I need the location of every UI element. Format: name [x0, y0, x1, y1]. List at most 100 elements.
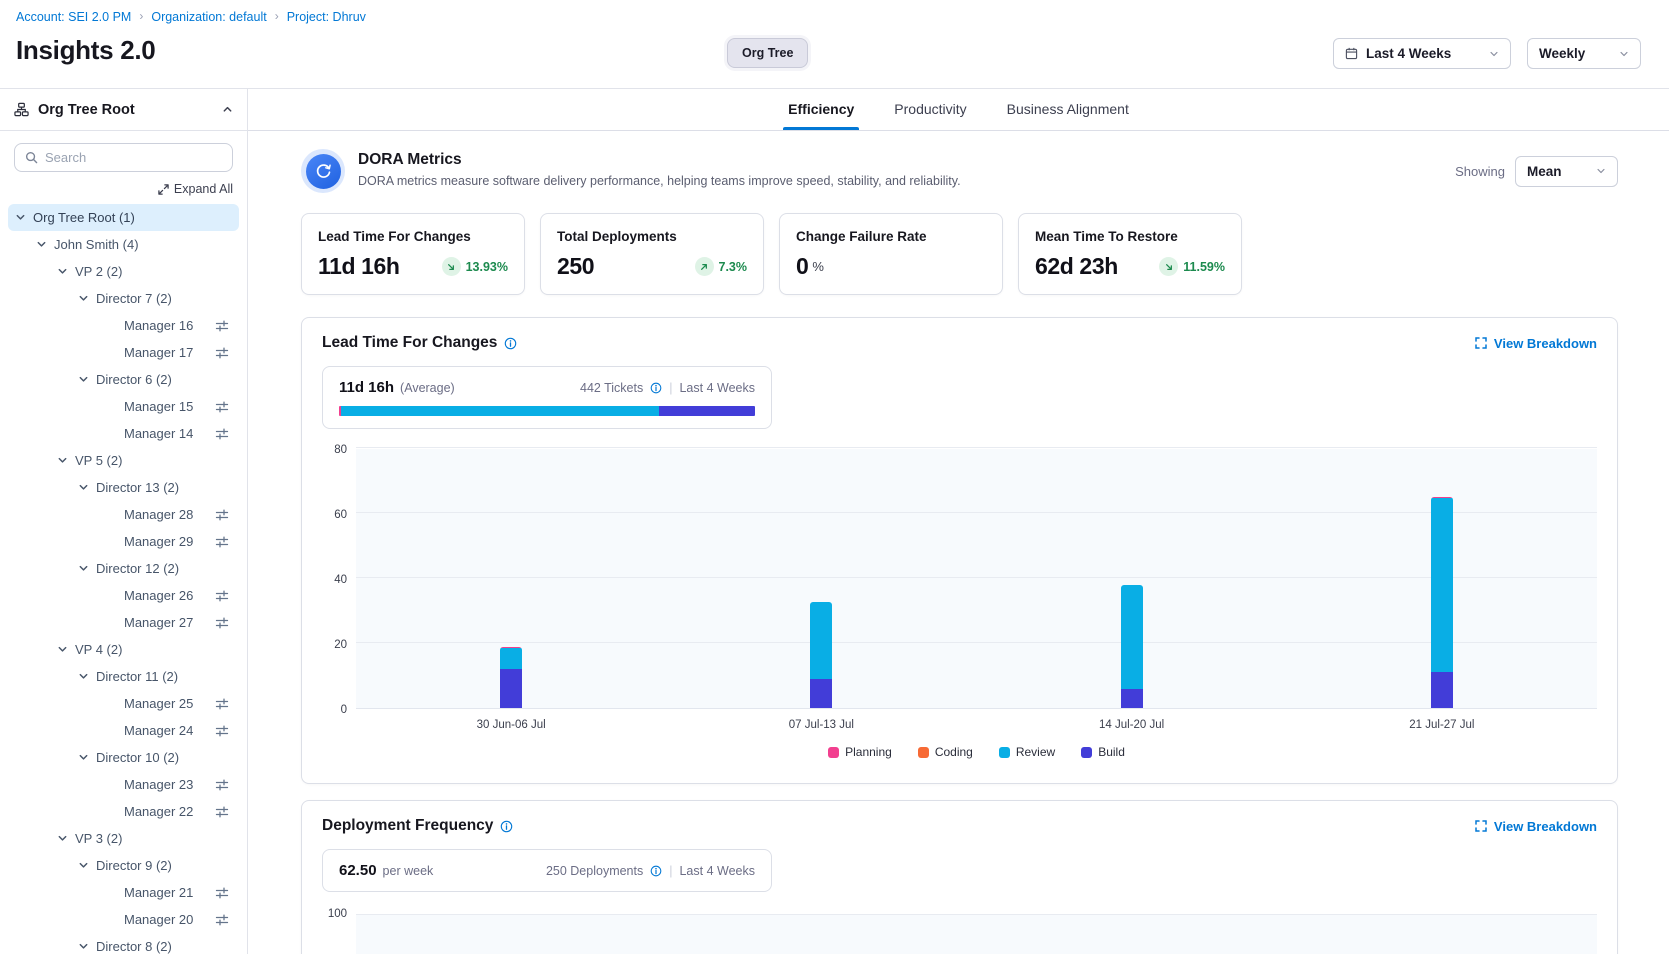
tree-item[interactable]: VP 5 (2): [8, 447, 239, 474]
divider: |: [669, 864, 672, 878]
deployments-count: 250 Deployments: [546, 864, 643, 878]
tree-item[interactable]: Manager 23: [8, 771, 239, 798]
legend-item-planning[interactable]: Planning: [828, 745, 892, 759]
tree-item[interactable]: Director 13 (2): [8, 474, 239, 501]
chevron-down-icon[interactable]: [78, 860, 89, 871]
tree-item[interactable]: Manager 27: [8, 609, 239, 636]
tree-item[interactable]: VP 4 (2): [8, 636, 239, 663]
tree-item[interactable]: Manager 26: [8, 582, 239, 609]
tune-icon[interactable]: [215, 886, 229, 900]
tree-item[interactable]: Manager 28: [8, 501, 239, 528]
tree-item[interactable]: Manager 21: [8, 879, 239, 906]
tune-icon[interactable]: [215, 589, 229, 603]
chevron-down-icon[interactable]: [78, 293, 89, 304]
chevron-down-icon[interactable]: [36, 239, 47, 250]
chevron-down-icon[interactable]: [57, 455, 68, 466]
tab-business-alignment[interactable]: Business Alignment: [990, 89, 1146, 130]
tab-efficiency[interactable]: Efficiency: [771, 89, 871, 130]
tune-icon[interactable]: [215, 778, 229, 792]
chevron-down-icon[interactable]: [15, 212, 26, 223]
tune-icon[interactable]: [215, 697, 229, 711]
tune-icon[interactable]: [215, 427, 229, 441]
view-breakdown-link[interactable]: View Breakdown: [1475, 819, 1597, 834]
tree-item[interactable]: Director 12 (2): [8, 555, 239, 582]
tree-item[interactable]: Director 9 (2): [8, 852, 239, 879]
view-breakdown-link[interactable]: View Breakdown: [1475, 336, 1597, 351]
tree-item[interactable]: VP 2 (2): [8, 258, 239, 285]
tree-item[interactable]: Manager 29: [8, 528, 239, 555]
stacked-bar[interactable]: [810, 602, 832, 708]
tree-item-label: Director 8 (2): [96, 939, 172, 954]
dora-subtitle: DORA metrics measure software delivery p…: [358, 174, 961, 188]
tune-icon[interactable]: [215, 535, 229, 549]
stacked-bar[interactable]: [1431, 497, 1453, 708]
x-tick-label: 14 Jul-20 Jul: [977, 719, 1287, 731]
stacked-bar[interactable]: [1121, 585, 1143, 709]
breadcrumb-link[interactable]: Project: Dhruv: [287, 10, 366, 24]
tree-item[interactable]: VP 3 (2): [8, 825, 239, 852]
tree-item[interactable]: Manager 25: [8, 690, 239, 717]
tab-productivity[interactable]: Productivity: [877, 89, 983, 130]
info-icon[interactable]: [500, 820, 513, 833]
legend-item-review[interactable]: Review: [999, 745, 1055, 759]
tree-item[interactable]: Manager 17: [8, 339, 239, 366]
tree-item[interactable]: Manager 16: [8, 312, 239, 339]
info-icon[interactable]: [504, 337, 517, 350]
tree-item[interactable]: Org Tree Root (1): [8, 204, 239, 231]
breadcrumb-link[interactable]: Account: SEI 2.0 PM: [16, 10, 131, 24]
content-area: Org Tree Root Expand All Org Tree Root (…: [0, 88, 1669, 954]
tune-icon[interactable]: [215, 616, 229, 630]
metric-card-unit: %: [812, 259, 824, 274]
chevron-down-icon[interactable]: [57, 266, 68, 277]
stacked-bar[interactable]: [500, 647, 522, 708]
date-range-select[interactable]: Last 4 Weeks: [1333, 38, 1511, 69]
legend-item-build[interactable]: Build: [1081, 745, 1125, 759]
chevron-down-icon[interactable]: [57, 644, 68, 655]
dora-cycle-icon: [301, 149, 345, 193]
legend-label: Review: [1016, 745, 1055, 759]
org-tree-toggle-button[interactable]: Org Tree: [727, 38, 808, 68]
tree-item[interactable]: John Smith (4): [8, 231, 239, 258]
tree-item[interactable]: Manager 14: [8, 420, 239, 447]
delta-percentage: 7.3%: [719, 260, 748, 274]
chevron-down-icon[interactable]: [78, 482, 89, 493]
tree-item[interactable]: Director 7 (2): [8, 285, 239, 312]
tune-icon[interactable]: [215, 724, 229, 738]
tree-item-label: Manager 23: [124, 777, 193, 792]
legend-swatch: [999, 747, 1010, 758]
chevron-down-icon[interactable]: [57, 833, 68, 844]
tree-item[interactable]: Director 10 (2): [8, 744, 239, 771]
tree-item[interactable]: Manager 22: [8, 798, 239, 825]
info-icon[interactable]: [650, 865, 662, 877]
chevron-down-icon[interactable]: [78, 374, 89, 385]
tree-item[interactable]: Director 8 (2): [8, 933, 239, 954]
tune-icon[interactable]: [215, 319, 229, 333]
chevron-down-icon[interactable]: [78, 941, 89, 952]
aggregation-select[interactable]: Mean: [1515, 156, 1618, 187]
breadcrumb-link[interactable]: Organization: default: [151, 10, 266, 24]
legend-item-coding[interactable]: Coding: [918, 745, 973, 759]
tree-item[interactable]: Manager 24: [8, 717, 239, 744]
tune-icon[interactable]: [215, 913, 229, 927]
tune-icon[interactable]: [215, 400, 229, 414]
legend-label: Planning: [845, 745, 892, 759]
chevron-down-icon[interactable]: [78, 752, 89, 763]
info-icon[interactable]: [650, 382, 662, 394]
tree-item[interactable]: Director 6 (2): [8, 366, 239, 393]
bar-segment-build: [810, 679, 832, 708]
chevron-down-icon[interactable]: [78, 671, 89, 682]
y-axis: 020406080: [322, 449, 356, 709]
view-breakdown-label: View Breakdown: [1494, 819, 1597, 834]
chevron-down-icon[interactable]: [78, 563, 89, 574]
collapse-chevron-icon[interactable]: [222, 104, 233, 115]
expand-all-button[interactable]: Expand All: [14, 182, 233, 196]
tree-item[interactable]: Manager 15: [8, 393, 239, 420]
tune-icon[interactable]: [215, 346, 229, 360]
tune-icon[interactable]: [215, 805, 229, 819]
tree-item[interactable]: Director 11 (2): [8, 663, 239, 690]
search-input[interactable]: [45, 150, 222, 165]
tune-icon[interactable]: [215, 508, 229, 522]
granularity-select[interactable]: Weekly: [1527, 38, 1641, 69]
tree-item[interactable]: Manager 20: [8, 906, 239, 933]
delta-badge: 13.93%: [442, 257, 508, 276]
